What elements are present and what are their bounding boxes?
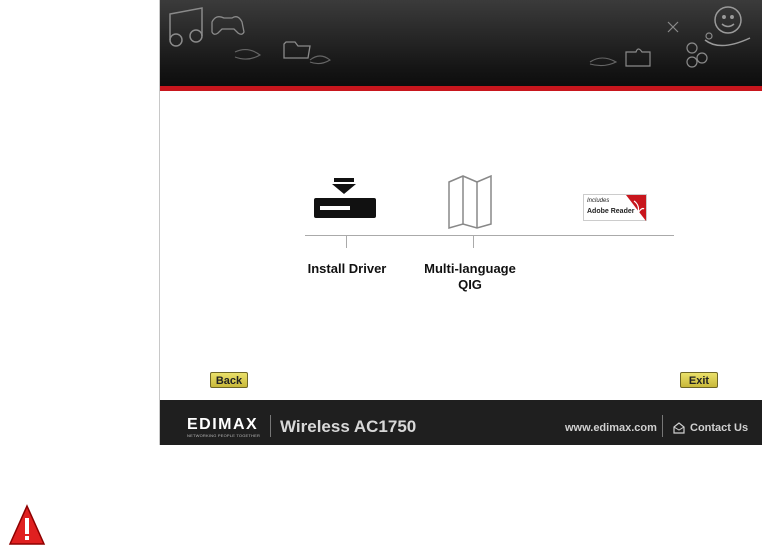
gamepad-icon: [211, 16, 245, 35]
timeline-line: [305, 235, 674, 236]
qig-label-line2: QIG: [458, 277, 482, 292]
back-button[interactable]: Back: [210, 372, 248, 388]
qig-label[interactable]: Multi-language QIG: [415, 261, 525, 293]
map-icon[interactable]: [445, 170, 505, 230]
contact-icon[interactable]: [672, 421, 686, 435]
footer-bar: EDIMAX NETWORKING PEOPLE TOGETHER Wirele…: [160, 400, 762, 445]
music-icon: [169, 7, 203, 47]
install-driver-label[interactable]: Install Driver: [297, 261, 397, 277]
edimax-logo: EDIMAX: [187, 416, 259, 433]
footer-divider: [270, 415, 271, 437]
installer-window: Includes Adobe Reader Install Driver Mul…: [159, 0, 762, 445]
exit-button[interactable]: Exit: [680, 372, 718, 388]
tick-install: [346, 235, 347, 248]
footer-divider: [662, 415, 663, 437]
edimax-tagline: NETWORKING PEOPLE TOGETHER: [187, 433, 261, 438]
adobe-includes-text: Includes: [587, 198, 610, 204]
adobe-word: Adobe: [587, 208, 609, 215]
website-link[interactable]: www.edimax.com: [565, 422, 657, 434]
adobe-reader-badge[interactable]: Includes Adobe Reader: [583, 194, 647, 221]
download-icon[interactable]: [312, 176, 382, 226]
puzzle-icon: [625, 21, 713, 68]
warning-icon: [8, 504, 46, 545]
header-decoration: [169, 6, 751, 68]
adobe-reader-icon: [626, 195, 646, 221]
qig-label-line1: Multi-language: [424, 261, 516, 276]
product-name: Wireless AC1750: [280, 417, 417, 436]
contact-us-link[interactable]: Contact Us: [690, 422, 748, 434]
folder-icon: [283, 41, 311, 59]
header-banner: [160, 0, 762, 91]
tick-qig: [473, 235, 474, 248]
header-accent-line: [160, 86, 762, 91]
smiley-hand-icon: [704, 6, 751, 47]
